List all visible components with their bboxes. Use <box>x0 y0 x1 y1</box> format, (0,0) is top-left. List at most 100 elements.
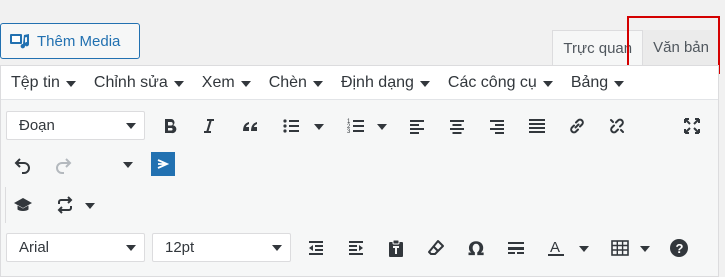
text-color-icon: A <box>548 239 564 256</box>
chevron-down-icon <box>419 81 430 87</box>
toolbar-row-4: Arial 12pt Ω A ? <box>1 232 718 268</box>
add-media-button[interactable]: Thêm Media <box>0 23 140 59</box>
blockquote-button[interactable] <box>236 112 264 140</box>
undo-icon <box>14 158 30 174</box>
toolbar-row-3 <box>1 188 718 224</box>
menu-edit[interactable]: Chỉnh sửa <box>94 74 184 92</box>
learnpress-button[interactable] <box>9 191 37 219</box>
menu-view[interactable]: Xem <box>202 74 251 92</box>
align-left-button[interactable] <box>403 112 431 140</box>
fullscreen-button[interactable] <box>678 112 706 140</box>
horizontal-line-button[interactable] <box>502 234 530 262</box>
chevron-down-icon <box>240 81 251 87</box>
clear-format-icon <box>428 240 444 255</box>
font-family-select[interactable]: Arial <box>6 233 145 262</box>
align-left-icon <box>410 120 424 134</box>
align-center-button[interactable] <box>443 112 471 140</box>
indent-button[interactable] <box>342 234 370 262</box>
horizontal-line-icon <box>508 242 524 254</box>
blockquote-icon <box>243 122 257 131</box>
media-icon <box>10 34 30 49</box>
clear-format-button[interactable] <box>422 234 450 262</box>
table-icon <box>611 240 629 256</box>
format-select[interactable]: Đoạn <box>6 111 145 140</box>
menu-label: Tệp tin <box>11 73 60 91</box>
undo-button[interactable] <box>9 150 37 178</box>
outdent-button[interactable] <box>302 234 330 262</box>
font-family-value: Arial <box>19 239 50 256</box>
svg-text:A: A <box>550 239 560 256</box>
tab-text[interactable]: Văn bản <box>643 30 719 65</box>
toolbar-row2-dropdown[interactable] <box>123 162 133 168</box>
menu-label: Bảng <box>570 73 609 91</box>
unlink-button[interactable] <box>603 112 631 140</box>
redo-icon <box>56 158 72 174</box>
menu-label: Các công cụ <box>447 73 537 91</box>
svg-text:3: 3 <box>347 129 351 135</box>
chevron-down-icon <box>126 123 136 129</box>
ltr-icon <box>157 159 170 169</box>
toolbar-row-1: Đoạn 123 <box>1 110 718 146</box>
menu-format[interactable]: Định dạng <box>341 74 430 92</box>
font-size-select[interactable]: 12pt <box>152 233 291 262</box>
ltr-button[interactable] <box>151 152 175 176</box>
numbered-list-dropdown[interactable] <box>377 124 387 130</box>
menu-label: Chèn <box>268 73 307 91</box>
menu-label: Chỉnh sửa <box>93 73 168 91</box>
justify-icon <box>529 119 545 133</box>
shortcode-dropdown[interactable] <box>85 203 95 209</box>
redo-button[interactable] <box>49 150 77 178</box>
fullscreen-icon <box>684 118 700 134</box>
menu-table[interactable]: Bảng <box>570 73 625 92</box>
italic-button[interactable] <box>195 112 223 140</box>
learnpress-icon <box>14 198 32 211</box>
chevron-down-icon <box>126 245 136 251</box>
add-media-label: Thêm Media <box>37 32 121 50</box>
paste-text-icon <box>389 239 403 257</box>
text-color-dropdown[interactable] <box>579 246 589 252</box>
table-dropdown[interactable] <box>640 246 650 252</box>
align-center-icon <box>450 120 464 134</box>
bold-button[interactable] <box>156 112 184 140</box>
bullet-list-dropdown[interactable] <box>314 124 324 130</box>
numbered-list-button[interactable]: 123 <box>342 112 370 140</box>
chevron-down-icon <box>173 81 184 87</box>
menubar: Tệp tin Chỉnh sửa Xem Chèn Định dạng Các… <box>1 66 718 100</box>
svg-text:?: ? <box>676 241 684 256</box>
align-right-button[interactable] <box>483 112 511 140</box>
chevron-down-icon <box>312 81 323 87</box>
paste-text-button[interactable] <box>382 234 410 262</box>
chevron-down-icon <box>65 81 76 87</box>
bullet-list-button[interactable] <box>277 112 305 140</box>
shortcode-button[interactable] <box>51 191 79 219</box>
special-char-button[interactable]: Ω <box>462 234 490 262</box>
menu-label: Định dạng <box>340 73 414 91</box>
italic-icon <box>204 119 214 133</box>
help-button[interactable]: ? <box>665 234 693 262</box>
editor-container: Tệp tin Chỉnh sửa Xem Chèn Định dạng Các… <box>0 65 719 277</box>
outdent-icon <box>309 241 323 255</box>
shortcode-icon <box>57 196 73 214</box>
bold-icon <box>165 119 177 134</box>
font-size-value: 12pt <box>165 239 195 256</box>
chevron-down-icon <box>614 81 625 87</box>
omega-icon: Ω <box>468 238 484 258</box>
menu-file[interactable]: Tệp tin <box>11 74 76 92</box>
numbered-list-icon: 123 <box>347 119 364 135</box>
tab-visual[interactable]: Trực quan <box>552 30 644 65</box>
help-icon: ? <box>670 239 688 257</box>
link-button[interactable] <box>563 112 591 140</box>
justify-button[interactable] <box>523 112 551 140</box>
link-icon <box>570 118 584 134</box>
editor-tabs: Trực quan Văn bản <box>552 30 719 65</box>
bullet-list-icon <box>283 119 299 133</box>
unlink-icon <box>610 118 624 134</box>
menu-tools[interactable]: Các công cụ <box>448 74 553 92</box>
indent-icon <box>349 241 363 255</box>
align-right-icon <box>490 120 504 134</box>
format-select-value: Đoạn <box>19 117 55 134</box>
chevron-down-icon <box>272 245 282 251</box>
table-button[interactable] <box>606 234 634 262</box>
text-color-button[interactable]: A <box>542 234 570 262</box>
menu-insert[interactable]: Chèn <box>269 74 323 92</box>
